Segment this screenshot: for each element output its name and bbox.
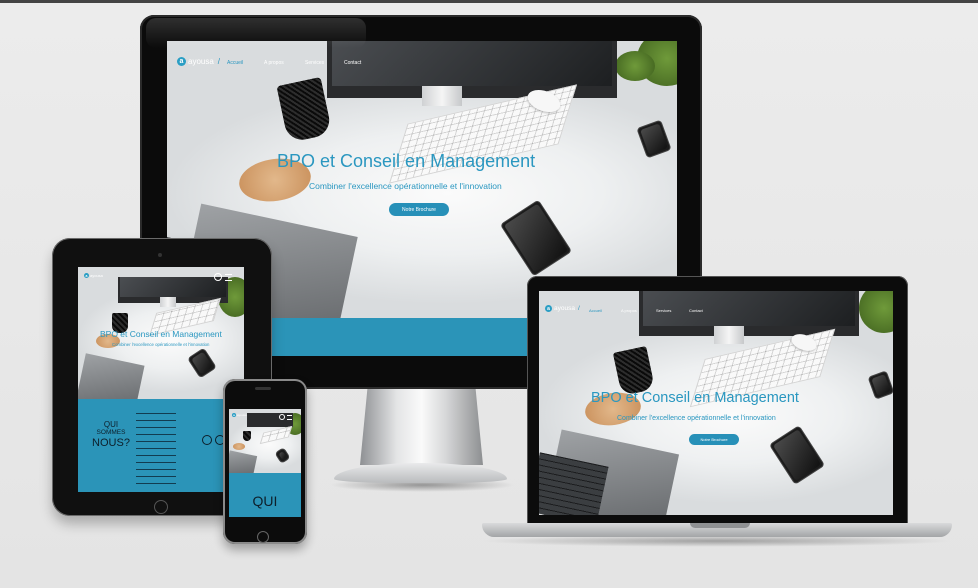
brand-name: ayousa (554, 305, 575, 312)
brand-name: ayousa (188, 57, 214, 66)
hamburger-menu-icon[interactable] (225, 274, 232, 281)
brand-logo-icon: a (232, 413, 236, 417)
phone-hero-section: a ayousa (229, 409, 301, 473)
nav-link-a-propos[interactable]: A propos (621, 308, 637, 313)
brand-name: ayousa (90, 273, 103, 278)
hero-title: BPO et Conseil en Management (277, 151, 536, 171)
photo-phone (499, 199, 573, 277)
macbook-hero-section: a ayousa / Accueil A propos Services Con… (539, 291, 893, 515)
brand-name: ayousa (237, 413, 247, 417)
photo-pen-cup (612, 345, 656, 397)
nav-link-services[interactable]: Services (305, 60, 324, 66)
photo-phone (768, 425, 826, 485)
about-title-line2: SOMMES (96, 429, 126, 436)
brand-logo-icon: a (84, 273, 89, 278)
tablet-hero-section: a ayousa BPO et Conseil en Management Co… (78, 267, 244, 399)
about-text-block (136, 413, 176, 485)
hero-subtitle: Combiner l'excellence opérationnelle et … (617, 415, 776, 422)
nav-link-contact[interactable]: Contact (344, 60, 361, 66)
phone-about-title: QUI (252, 493, 278, 509)
tablet-about-section: QUI SOMMES NOUS? (78, 399, 244, 492)
photo-phone (187, 347, 217, 379)
photo-laptop (78, 353, 145, 399)
nav-link-accueil[interactable]: Accueil (227, 60, 243, 66)
nav-link-contact[interactable]: Contact (689, 308, 703, 313)
hero-title: BPO et Conseil en Management (591, 390, 799, 406)
imac-stand (360, 389, 483, 465)
photo-phone (274, 447, 291, 464)
about-title-line3: NOUS? (92, 437, 130, 449)
search-icon[interactable] (279, 414, 285, 420)
hero-subtitle: Combiner l'excellence opérationnelle et … (309, 181, 502, 191)
hero-cta-button[interactable]: Notre Brochure (689, 434, 739, 445)
brand-logo-icon: a (545, 305, 552, 312)
photo-laptop (229, 450, 258, 473)
imac-brand[interactable]: a ayousa / (177, 57, 224, 66)
macbook-notch (690, 523, 750, 528)
tablet-brand[interactable]: a ayousa (84, 273, 103, 278)
facebook-icon[interactable] (202, 435, 212, 445)
phone-brand[interactable]: a ayousa (232, 413, 247, 417)
brand-logo-icon: a (177, 57, 186, 66)
phone-speaker (255, 387, 271, 390)
tablet-home-button (154, 500, 168, 514)
search-icon[interactable] (214, 273, 222, 281)
hero-subtitle: Combiner l'excellence opérationnelle et … (112, 342, 210, 347)
hero-cta-button[interactable]: Notre Brochure (389, 203, 449, 216)
nav-link-a-propos[interactable]: A propos (264, 60, 284, 66)
about-title: QUI SOMMES NOUS? (86, 420, 136, 450)
photo-pen-cup (243, 431, 251, 441)
top-border (0, 0, 978, 3)
hamburger-menu-icon[interactable] (287, 415, 292, 420)
photo-pen-cup (276, 76, 333, 144)
imac-base (334, 463, 507, 483)
hero-title: BPO et Conseil en Management (100, 329, 222, 339)
nav-link-services[interactable]: Services (656, 308, 671, 313)
tablet-camera (158, 253, 162, 257)
macbook-brand[interactable]: a ayousa / (545, 305, 583, 312)
phone-home-button (257, 531, 269, 543)
nav-link-accueil[interactable]: Accueil (589, 308, 602, 313)
brand-separator: / (217, 57, 221, 66)
photo-coaster (233, 443, 245, 450)
about-title-line1: QUI (103, 420, 119, 429)
imac-gloss (146, 18, 366, 48)
brand-separator: / (577, 305, 580, 312)
photo-keyboard (259, 425, 293, 445)
phone-about-section: QUI (229, 473, 301, 517)
